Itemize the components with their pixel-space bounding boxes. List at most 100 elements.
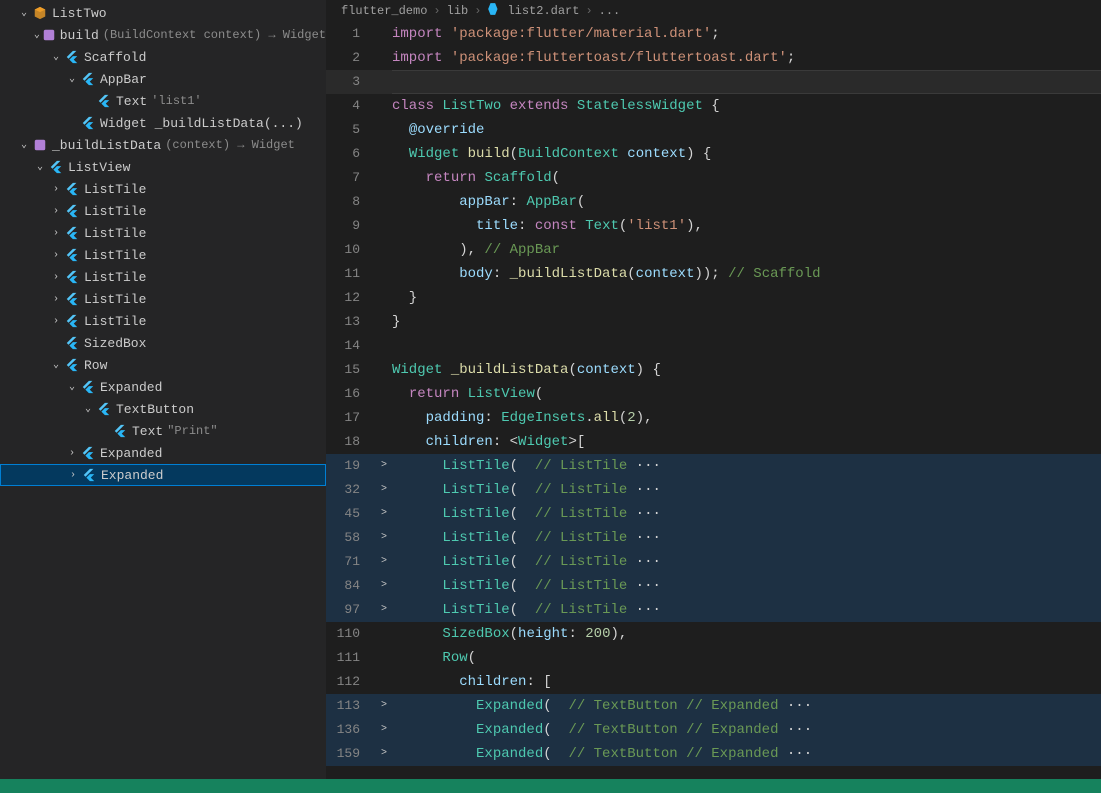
code-line[interactable]: 7 return Scaffold( <box>326 166 1101 190</box>
code-content[interactable]: children: <Widget>[ <box>392 430 1101 454</box>
fold-toggle[interactable]: > <box>376 526 392 550</box>
code-content[interactable]: import 'package:fluttertoast/fluttertoas… <box>392 46 1101 70</box>
outline-item[interactable]: ⌄TextButton <box>0 398 326 420</box>
code-content[interactable]: appBar: AppBar( <box>392 190 1101 214</box>
chevron-down-icon[interactable]: ⌄ <box>64 73 80 85</box>
code-line[interactable]: 2import 'package:fluttertoast/fluttertoa… <box>326 46 1101 70</box>
code-line[interactable]: 110 SizedBox(height: 200), <box>326 622 1101 646</box>
outline-item[interactable]: ⌄_buildListData(context) → Widget <box>0 134 326 156</box>
fold-toggle[interactable]: > <box>376 574 392 598</box>
code-content[interactable]: return ListView( <box>392 382 1101 406</box>
outline-item[interactable]: Text'list1' <box>0 90 326 112</box>
chevron-right-icon[interactable]: › <box>48 316 64 327</box>
chevron-right-icon[interactable]: › <box>65 470 81 481</box>
code-line[interactable]: 159> Expanded( // TextButton // Expanded… <box>326 742 1101 766</box>
outline-item[interactable]: ›Expanded <box>0 442 326 464</box>
code-line[interactable]: 45> ListTile( // ListTile ··· <box>326 502 1101 526</box>
code-line[interactable]: 12 } <box>326 286 1101 310</box>
outline-item[interactable]: ›ListTile <box>0 178 326 200</box>
code-content[interactable]: @override <box>392 118 1101 142</box>
code-content[interactable]: ListTile( // ListTile ··· <box>392 502 1101 526</box>
outline-item[interactable]: ⌄ListView <box>0 156 326 178</box>
code-content[interactable]: import 'package:flutter/material.dart'; <box>392 22 1101 46</box>
chevron-right-icon[interactable]: › <box>48 184 64 195</box>
code-content[interactable]: ListTile( // ListTile ··· <box>392 526 1101 550</box>
chevron-right-icon[interactable]: › <box>48 206 64 217</box>
code-content[interactable] <box>392 70 1101 94</box>
code-line[interactable]: 84> ListTile( // ListTile ··· <box>326 574 1101 598</box>
outline-item[interactable]: Text"Print" <box>0 420 326 442</box>
code-content[interactable]: Expanded( // TextButton // Expanded ··· <box>392 694 1101 718</box>
code-line[interactable]: 8 appBar: AppBar( <box>326 190 1101 214</box>
code-content[interactable]: title: const Text('list1'), <box>392 214 1101 238</box>
outline-panel[interactable]: ⌄ListTwo⌄build(BuildContext context) → W… <box>0 0 326 779</box>
code-line[interactable]: 71> ListTile( // ListTile ··· <box>326 550 1101 574</box>
code-content[interactable]: ListTile( // ListTile ··· <box>392 454 1101 478</box>
fold-toggle[interactable]: > <box>376 478 392 502</box>
outline-item[interactable]: ⌄Expanded <box>0 376 326 398</box>
code-line[interactable]: 18 children: <Widget>[ <box>326 430 1101 454</box>
code-content[interactable]: } <box>392 310 1101 334</box>
outline-item[interactable]: ›ListTile <box>0 266 326 288</box>
code-content[interactable]: Widget _buildListData(context) { <box>392 358 1101 382</box>
code-content[interactable]: ListTile( // ListTile ··· <box>392 574 1101 598</box>
breadcrumb-item[interactable]: flutter_demo <box>341 4 427 18</box>
code-line[interactable]: 112 children: [ <box>326 670 1101 694</box>
code-lines[interactable]: 1import 'package:flutter/material.dart';… <box>326 22 1101 779</box>
outline-item[interactable]: ›ListTile <box>0 200 326 222</box>
code-line[interactable]: 111 Row( <box>326 646 1101 670</box>
chevron-down-icon[interactable]: ⌄ <box>32 161 48 173</box>
code-line[interactable]: 97> ListTile( // ListTile ··· <box>326 598 1101 622</box>
code-line[interactable]: 113> Expanded( // TextButton // Expanded… <box>326 694 1101 718</box>
fold-toggle[interactable]: > <box>376 502 392 526</box>
outline-item[interactable]: Widget _buildListData(...) <box>0 112 326 134</box>
code-line[interactable]: 6 Widget build(BuildContext context) { <box>326 142 1101 166</box>
fold-toggle[interactable]: > <box>376 742 392 766</box>
code-content[interactable]: padding: EdgeInsets.all(2), <box>392 406 1101 430</box>
code-line[interactable]: 10 ), // AppBar <box>326 238 1101 262</box>
code-line[interactable]: 4class ListTwo extends StatelessWidget { <box>326 94 1101 118</box>
chevron-right-icon[interactable]: › <box>48 228 64 239</box>
code-content[interactable]: ListTile( // ListTile ··· <box>392 550 1101 574</box>
outline-item[interactable]: ›ListTile <box>0 310 326 332</box>
status-bar[interactable] <box>0 779 1101 793</box>
outline-item[interactable]: ⌄ListTwo <box>0 2 326 24</box>
breadcrumb-item[interactable]: ... <box>599 4 621 18</box>
code-line[interactable]: 16 return ListView( <box>326 382 1101 406</box>
code-line[interactable]: 3 <box>326 70 1101 94</box>
breadcrumb-item[interactable]: list2.dart <box>507 4 579 18</box>
code-area[interactable]: 1import 'package:flutter/material.dart';… <box>326 22 1101 779</box>
outline-item[interactable]: ›ListTile <box>0 244 326 266</box>
code-line[interactable]: 19> ListTile( // ListTile ··· <box>326 454 1101 478</box>
outline-item[interactable]: ⌄Row <box>0 354 326 376</box>
code-line[interactable]: 1import 'package:flutter/material.dart'; <box>326 22 1101 46</box>
code-line[interactable]: 11 body: _buildListData(context)); // Sc… <box>326 262 1101 286</box>
code-line[interactable]: 9 title: const Text('list1'), <box>326 214 1101 238</box>
chevron-down-icon[interactable]: ⌄ <box>48 359 64 371</box>
code-content[interactable]: children: [ <box>392 670 1101 694</box>
outline-item[interactable]: ⌄build(BuildContext context) → Widget <box>0 24 326 46</box>
code-line[interactable]: 136> Expanded( // TextButton // Expanded… <box>326 718 1101 742</box>
code-content[interactable]: ListTile( // ListTile ··· <box>392 598 1101 622</box>
fold-toggle[interactable]: > <box>376 718 392 742</box>
chevron-right-icon[interactable]: › <box>64 448 80 459</box>
fold-toggle[interactable]: > <box>376 454 392 478</box>
chevron-right-icon[interactable]: › <box>48 272 64 283</box>
code-content[interactable]: SizedBox(height: 200), <box>392 622 1101 646</box>
code-line[interactable]: 13} <box>326 310 1101 334</box>
breadcrumbs[interactable]: flutter_demo›lib›list2.dart›... <box>326 0 1101 22</box>
fold-toggle[interactable]: > <box>376 598 392 622</box>
code-line[interactable]: 58> ListTile( // ListTile ··· <box>326 526 1101 550</box>
code-content[interactable]: Widget build(BuildContext context) { <box>392 142 1101 166</box>
code-line[interactable]: 17 padding: EdgeInsets.all(2), <box>326 406 1101 430</box>
code-content[interactable]: } <box>392 286 1101 310</box>
fold-toggle[interactable]: > <box>376 550 392 574</box>
chevron-down-icon[interactable]: ⌄ <box>16 139 32 151</box>
chevron-right-icon[interactable]: › <box>48 250 64 261</box>
chevron-down-icon[interactable]: ⌄ <box>32 29 42 41</box>
code-line[interactable]: 5 @override <box>326 118 1101 142</box>
code-content[interactable]: Row( <box>392 646 1101 670</box>
outline-item[interactable]: ⌄Scaffold <box>0 46 326 68</box>
outline-item[interactable]: ⌄AppBar <box>0 68 326 90</box>
code-line[interactable]: 14 <box>326 334 1101 358</box>
